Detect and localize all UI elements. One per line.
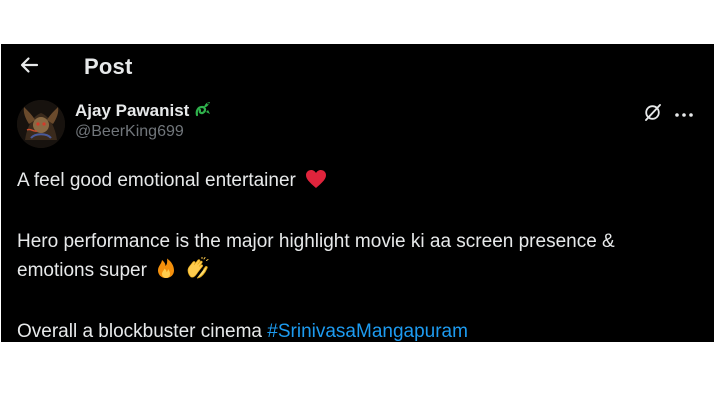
grok-icon <box>643 102 663 127</box>
hashtag-link[interactable]: #SrinivasaMangapuram <box>267 321 468 342</box>
post-line-2-text: Hero performance is the major highlight … <box>17 231 615 281</box>
post-line-3: Overall a blockbuster cinema #SrinivasaM… <box>17 317 697 346</box>
more-options-button[interactable] <box>671 102 697 126</box>
top-bar: Post <box>1 44 714 90</box>
post-line-1-text: A feel good emotional entertainer <box>17 170 296 191</box>
post-line-1: A feel good emotional entertainer <box>17 166 697 198</box>
more-options-icon <box>674 105 694 123</box>
clapping-hands-emoji <box>185 256 209 288</box>
red-heart-emoji <box>305 169 327 198</box>
back-arrow-icon <box>19 55 39 80</box>
post-line-3-text: Overall a blockbuster cinema <box>17 321 268 342</box>
avatar[interactable] <box>17 100 65 148</box>
back-button[interactable] <box>15 53 43 81</box>
author-block: Ajay Pawanist @BeerKing699 <box>75 100 213 141</box>
display-name-row: Ajay Pawanist <box>75 100 213 122</box>
post-line-2: Hero performance is the major highlight … <box>17 227 697 288</box>
grok-button[interactable] <box>641 102 665 126</box>
page-title: Post <box>84 54 133 79</box>
fire-emoji <box>156 257 176 288</box>
author-handle[interactable]: @BeerKing699 <box>75 123 213 141</box>
avatar-image <box>17 100 65 148</box>
post-detail-view: Post Ajay Pawanist @BeerKing699 A feel g… <box>1 44 714 342</box>
post-text: A feel good emotional entertainer Hero p… <box>17 166 697 346</box>
author-display-name[interactable]: Ajay Pawanist <box>75 101 189 121</box>
green-dragon-icon <box>193 99 213 124</box>
